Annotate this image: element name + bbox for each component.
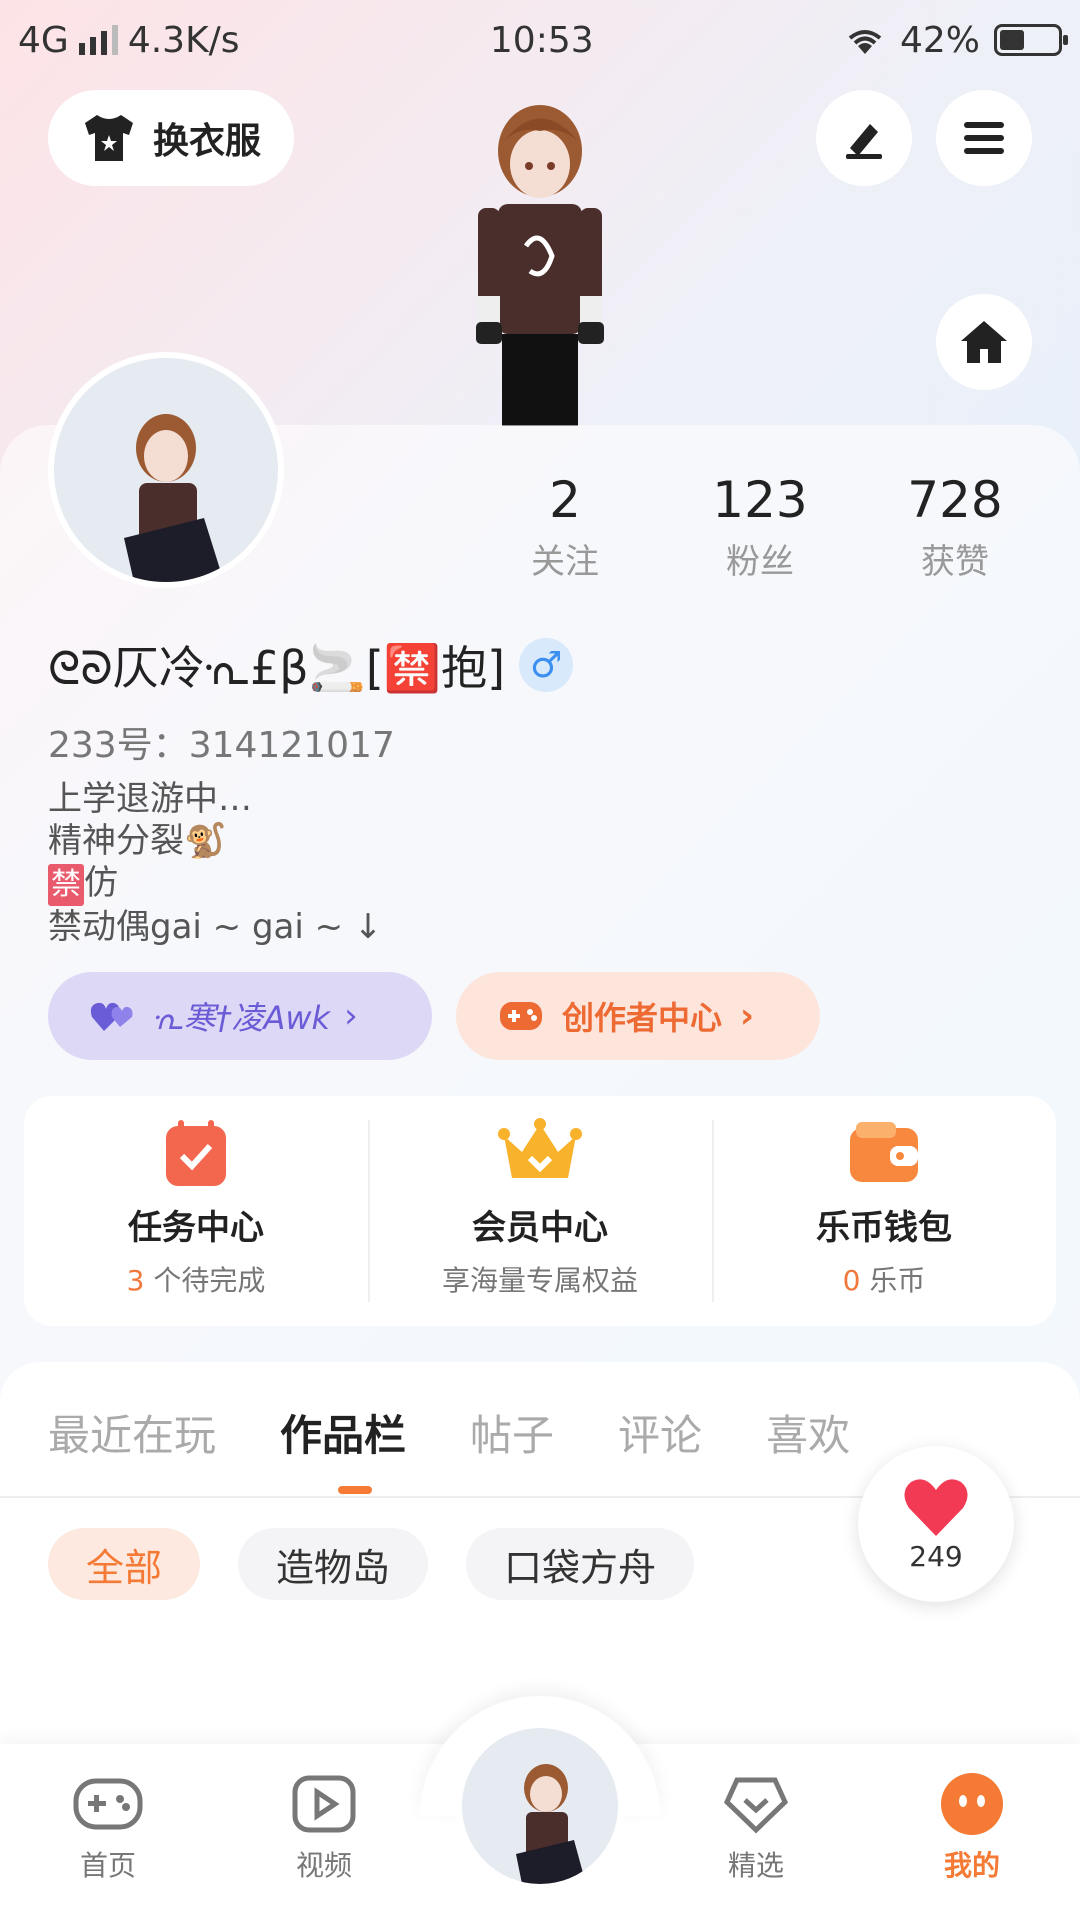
nav-label: 视频 <box>295 1849 352 1882</box>
profile-avatar-image <box>54 358 278 582</box>
chevron-right-icon: › <box>344 996 358 1036</box>
task-center[interactable]: 任务中心 3 个待完成 <box>24 1096 368 1326</box>
menu-icon <box>964 122 1004 154</box>
gender-male-icon: ♂ <box>519 638 574 692</box>
bio-line: 禁动偶gai ~ gai ~ ↓ <box>48 907 383 947</box>
network-type: 4G <box>18 19 69 61</box>
service-sub: 3 个待完成 <box>127 1259 266 1299</box>
video-play-icon <box>292 1775 356 1833</box>
chip-creation-island[interactable]: 造物岛 <box>238 1528 429 1600</box>
service-sub: 0 乐币 <box>843 1259 926 1299</box>
stat-label: 关注 <box>531 542 599 582</box>
stat-label: 获赞 <box>921 542 989 582</box>
tab-recent[interactable]: 最近在玩 <box>48 1402 216 1463</box>
services-card: 任务中心 3 个待完成 会员中心 享海量专属权益 乐币钱包 0 乐币 <box>24 1096 1056 1326</box>
status-bar: 4G 4.3K/s 10:53 42% <box>0 0 1080 80</box>
network-speed: 4.3K/s <box>127 19 240 61</box>
coin-wallet[interactable]: 乐币钱包 0 乐币 <box>712 1096 1056 1326</box>
chip-pocket-ark[interactable]: 口袋方舟 <box>466 1528 695 1600</box>
stat-value: 2 <box>549 471 581 529</box>
user-id[interactable]: 233号：314121017 <box>48 716 395 768</box>
tab-posts[interactable]: 帖子 <box>470 1402 554 1463</box>
bio-line: 禁仿 <box>48 862 382 906</box>
gamepad-icon <box>500 1002 542 1030</box>
chevron-right-icon: › <box>740 996 755 1036</box>
status-right: 42% <box>844 19 1068 61</box>
bio-line-text: 仿 <box>84 863 118 903</box>
nav-home[interactable]: 首页 <box>38 1764 178 1884</box>
like-count: 249 <box>909 1539 963 1573</box>
gamepad-icon <box>73 1778 143 1830</box>
battery-fill <box>999 30 1024 50</box>
couple-tag-label: ᣏ寒†凌Awk <box>152 999 331 1037</box>
battery-text: 42% <box>899 19 980 61</box>
nav-featured[interactable]: 精选 <box>686 1764 826 1884</box>
signal-icon <box>78 25 118 55</box>
chip-all[interactable]: 全部 <box>48 1528 201 1600</box>
tab-works[interactable]: 作品栏 <box>280 1402 406 1463</box>
stat-value: 123 <box>712 471 808 529</box>
nickname: ᘓᘐ仄冷ᣏ£β🚬[🈲抱] <box>48 641 506 695</box>
service-sub: 享海量专属权益 <box>442 1259 638 1299</box>
nav-video[interactable]: 视频 <box>254 1764 394 1884</box>
face-icon <box>941 1773 1003 1835</box>
nav-label: 精选 <box>727 1849 784 1882</box>
center-avatar-button[interactable] <box>456 1722 624 1890</box>
edit-icon <box>846 124 882 159</box>
calendar-check-icon <box>166 1120 226 1186</box>
bio-line: 精神分裂🐒 <box>48 821 227 861</box>
creator-center-label: 创作者中心 <box>562 999 723 1037</box>
home-button[interactable] <box>936 294 1032 390</box>
service-sub-count: 0 <box>842 1264 861 1297</box>
edit-button[interactable] <box>816 90 912 186</box>
menu-button[interactable] <box>936 90 1032 186</box>
avatar-3d-figure[interactable] <box>440 96 640 426</box>
nav-mine[interactable]: 我的 <box>902 1764 1042 1884</box>
tab-likes[interactable]: 喜欢 <box>766 1402 850 1463</box>
service-sub-text: 个待完成 <box>144 1264 266 1297</box>
battery-icon <box>993 24 1068 56</box>
nav-label: 首页 <box>79 1849 136 1882</box>
service-sub-text: 享海量专属权益 <box>441 1264 638 1297</box>
home-icon <box>961 321 1007 363</box>
stat-label: 粉丝 <box>726 542 794 582</box>
stat-value: 728 <box>907 471 1003 529</box>
center-avatar-image <box>516 1764 586 1884</box>
change-outfit-label: 换衣服 <box>152 121 261 162</box>
service-sub-count: 3 <box>126 1264 145 1297</box>
heart-diamond-icon <box>723 1777 789 1834</box>
member-center[interactable]: 会员中心 享海量专属权益 <box>368 1096 712 1326</box>
like-button[interactable]: 249 <box>858 1446 1014 1602</box>
active-tab-indicator <box>338 1486 372 1494</box>
bio: 上学退游中… 精神分裂🐒 禁仿 禁动偶gai ~ gai ~ ↓ <box>48 778 382 948</box>
tab-bar: 最近在玩 作品栏 帖子 评论 喜欢 <box>48 1402 850 1463</box>
ban-tag: 禁 <box>48 864 84 906</box>
tab-comments[interactable]: 评论 <box>618 1402 702 1463</box>
creator-center-button[interactable]: 创作者中心 › <box>456 972 820 1060</box>
bio-line: 上学退游中… <box>48 779 252 819</box>
change-outfit-button[interactable]: 换衣服 <box>48 90 294 186</box>
heart-icon <box>904 1478 968 1536</box>
wallet-icon <box>850 1122 918 1182</box>
service-title: 乐币钱包 <box>816 1208 952 1248</box>
stat-fans[interactable]: 123 粉丝 <box>675 470 845 583</box>
service-title: 会员中心 <box>472 1208 608 1248</box>
clock: 10:53 <box>489 19 594 61</box>
filter-chips: 全部 造物岛 口袋方舟 <box>48 1528 695 1600</box>
nickname-row: ᘓᘐ仄冷ᣏ£β🚬[🈲抱] ♂ <box>48 632 574 698</box>
stat-likes[interactable]: 728 获赞 <box>870 470 1040 583</box>
stats-row: 2 关注 123 粉丝 728 获赞 <box>480 470 1040 583</box>
status-left: 4G 4.3K/s <box>18 20 240 61</box>
double-heart-icon <box>90 1002 133 1031</box>
profile-avatar[interactable] <box>48 352 284 588</box>
shirt-icon <box>84 115 133 161</box>
stat-following[interactable]: 2 关注 <box>480 470 650 583</box>
service-title: 任务中心 <box>128 1208 264 1248</box>
couple-tag-button[interactable]: ᣏ寒†凌Awk › <box>48 972 432 1060</box>
service-sub-text: 乐币 <box>860 1264 926 1297</box>
nav-label: 我的 <box>943 1849 1000 1882</box>
crown-icon <box>498 1118 582 1178</box>
wifi-icon <box>848 30 882 54</box>
